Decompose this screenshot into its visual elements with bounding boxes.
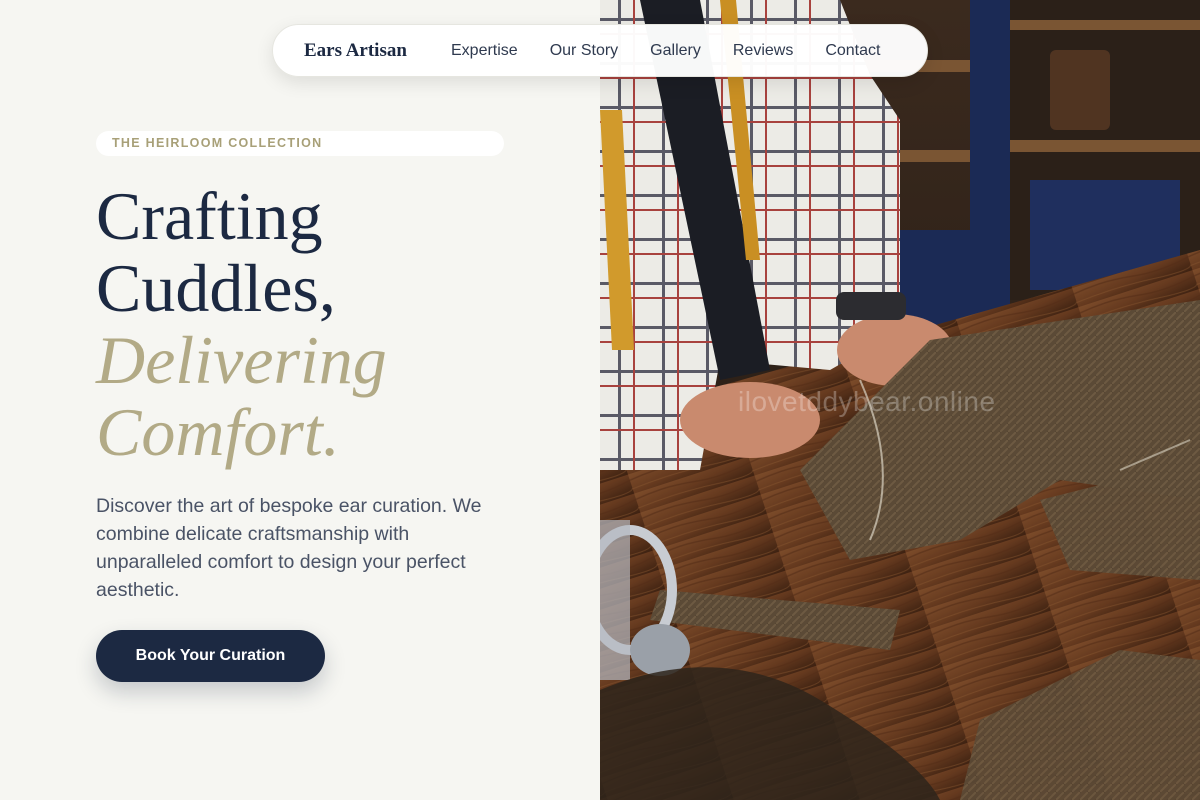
hero-text-panel: THE HEIRLOOM COLLECTION Crafting Cuddles…: [0, 0, 600, 800]
brand-logo[interactable]: Ears Artisan: [304, 25, 407, 76]
nav-link-contact[interactable]: Contact: [825, 42, 880, 60]
book-curation-button[interactable]: Book Your Curation: [96, 630, 325, 682]
hero-headline: Crafting Cuddles, Delivering Comfort.: [96, 180, 387, 468]
top-navigation: Ears Artisan Expertise Our Story Gallery…: [272, 24, 928, 77]
collection-eyebrow-badge: THE HEIRLOOM COLLECTION: [96, 131, 504, 156]
nav-link-reviews[interactable]: Reviews: [733, 42, 793, 60]
headline-line-crafting: Crafting: [96, 178, 323, 254]
nav-link-our-story[interactable]: Our Story: [550, 42, 618, 60]
nav-link-expertise[interactable]: Expertise: [451, 42, 518, 60]
headline-line-delivering: Delivering: [96, 322, 387, 398]
landing-page: THE HEIRLOOM COLLECTION Crafting Cuddles…: [0, 0, 1200, 800]
hero-description: Discover the art of bespoke ear curation…: [96, 495, 482, 601]
headline-line-comfort: Comfort.: [96, 394, 340, 470]
nav-links: Expertise Our Story Gallery Reviews Cont…: [451, 25, 880, 76]
nav-link-gallery[interactable]: Gallery: [650, 42, 701, 60]
image-watermark: ilovetddybear.online: [738, 386, 996, 417]
headline-line-cuddles: Cuddles,: [96, 250, 336, 326]
